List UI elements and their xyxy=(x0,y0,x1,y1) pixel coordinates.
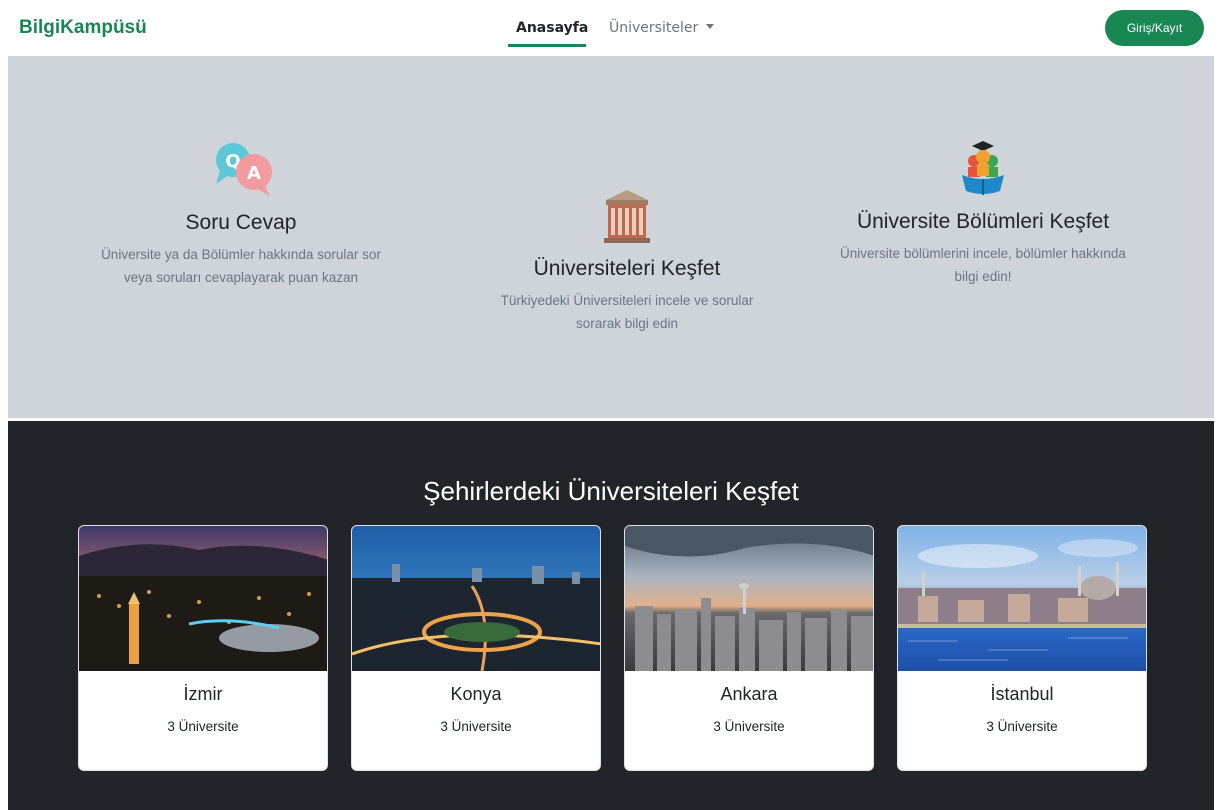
card-city-name: İstanbul xyxy=(990,684,1054,704)
chevron-down-icon xyxy=(706,24,715,29)
feature-universities: Üniversiteleri Keşfet Türkiyedeki Üniver… xyxy=(477,186,777,335)
city-card-ankara[interactable]: Ankara 3 Üniversite xyxy=(624,525,874,771)
login-register-button[interactable]: Giriş/Kayıt xyxy=(1105,10,1204,46)
feature-title: Üniversite Bölümleri Keşfet xyxy=(856,210,1110,233)
nav-dropdown-label: Üniversiteler xyxy=(609,20,699,36)
svg-text:A: A xyxy=(247,163,261,184)
card-university-count: 3 Üniversite xyxy=(713,719,785,734)
city-photo-istanbul xyxy=(898,526,1146,671)
feature-description: Türkiyedeki Üniversiteleri incele ve sor… xyxy=(500,293,754,331)
feature-qa: Q A Soru Cevap Üniversite ya da Bölümler… xyxy=(95,140,387,289)
city-card-izmir[interactable]: İzmir 3 Üniversite xyxy=(78,525,328,771)
feature-description: Üniversite ya da Bölümler hakkında sorul… xyxy=(101,247,381,285)
card-university-count: 3 Üniversite xyxy=(440,719,512,734)
section-title: Şehirlerdeki Üniversiteleri Keşfet xyxy=(423,476,799,506)
graduates-book-icon xyxy=(962,141,1004,195)
active-nav-indicator xyxy=(508,44,586,47)
university-building-icon xyxy=(604,190,650,243)
card-city-name: Konya xyxy=(450,684,502,704)
cities-section: Şehirlerdeki Üniversiteleri Keşfet İzmir… xyxy=(8,421,1214,810)
nav-link-home[interactable]: Anasayfa xyxy=(516,20,588,36)
feature-description: Üniversite bölümlerini incele, bölümler … xyxy=(840,246,1126,284)
feature-departments: Üniversite Bölümleri Keşfet Üniversite b… xyxy=(838,139,1128,288)
card-city-name: İzmir xyxy=(183,684,223,704)
city-photo-izmir xyxy=(79,526,327,671)
feature-title: Soru Cevap xyxy=(185,211,297,234)
card-city-name: Ankara xyxy=(720,684,778,704)
card-university-count: 3 Üniversite xyxy=(986,719,1058,734)
feature-title: Üniversiteleri Keşfet xyxy=(533,257,721,280)
card-university-count: 3 Üniversite xyxy=(167,719,239,734)
qa-bubbles-icon: Q A xyxy=(216,143,272,196)
nav-dropdown-universities[interactable]: Üniversiteler xyxy=(609,20,715,36)
city-photo-ankara xyxy=(625,526,873,671)
city-card-istanbul[interactable]: İstanbul 3 Üniversite xyxy=(897,525,1147,771)
brand-logo-link[interactable]: BilgiKampüsü xyxy=(19,17,147,39)
city-card-konya[interactable]: Konya 3 Üniversite xyxy=(351,525,601,771)
city-photo-konya xyxy=(352,526,600,671)
top-navbar: BilgiKampüsü Anasayfa Üniversiteler Giri… xyxy=(0,0,1222,56)
